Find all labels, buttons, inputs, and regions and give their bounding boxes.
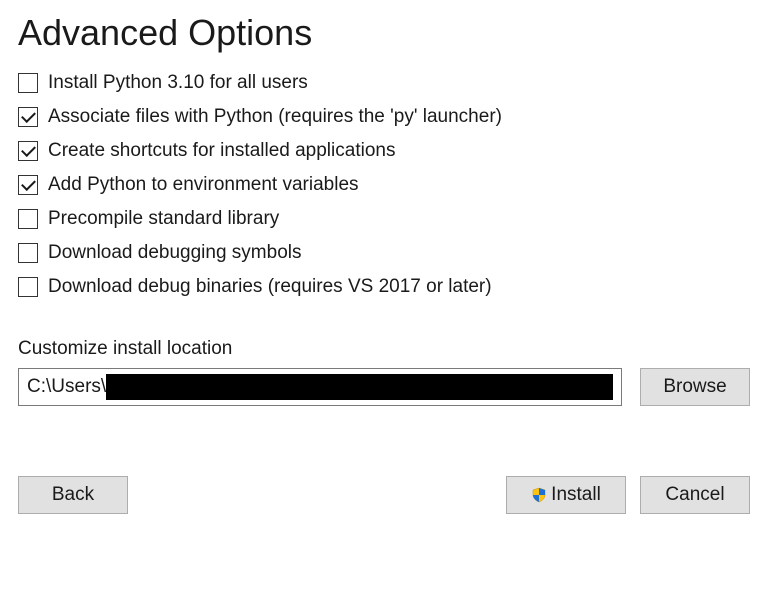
option-download-debug-binaries[interactable]: Download debug binaries (requires VS 201… — [18, 276, 750, 298]
option-associate-files[interactable]: Associate files with Python (requires th… — [18, 106, 750, 128]
install-location-input[interactable]: C:\Users\ — [18, 368, 622, 406]
options-list: Install Python 3.10 for all users Associ… — [18, 72, 750, 298]
browse-button[interactable]: Browse — [640, 368, 750, 406]
checkbox-icon[interactable] — [18, 277, 38, 297]
install-location-row: C:\Users\ Browse — [18, 368, 750, 406]
option-label: Create shortcuts for installed applicati… — [48, 140, 395, 162]
install-button-label: Install — [551, 484, 601, 506]
install-location-prefix: C:\Users\ — [27, 376, 106, 398]
install-button[interactable]: Install — [506, 476, 626, 514]
shield-icon — [531, 487, 547, 503]
checkbox-icon[interactable] — [18, 141, 38, 161]
page-title: Advanced Options — [18, 12, 750, 54]
install-location-label: Customize install location — [18, 338, 750, 360]
option-create-shortcuts[interactable]: Create shortcuts for installed applicati… — [18, 140, 750, 162]
checkbox-icon[interactable] — [18, 73, 38, 93]
back-button[interactable]: Back — [18, 476, 128, 514]
option-install-all-users[interactable]: Install Python 3.10 for all users — [18, 72, 750, 94]
option-label: Install Python 3.10 for all users — [48, 72, 308, 94]
option-label: Download debug binaries (requires VS 201… — [48, 276, 492, 298]
option-label: Add Python to environment variables — [48, 174, 359, 196]
option-download-debug-symbols[interactable]: Download debugging symbols — [18, 242, 750, 264]
footer-buttons: Back Install Cancel — [18, 476, 750, 514]
option-label: Associate files with Python (requires th… — [48, 106, 502, 128]
checkbox-icon[interactable] — [18, 107, 38, 127]
checkbox-icon[interactable] — [18, 175, 38, 195]
option-precompile-stdlib[interactable]: Precompile standard library — [18, 208, 750, 230]
option-add-environment-vars[interactable]: Add Python to environment variables — [18, 174, 750, 196]
cancel-button[interactable]: Cancel — [640, 476, 750, 514]
checkbox-icon[interactable] — [18, 243, 38, 263]
checkbox-icon[interactable] — [18, 209, 38, 229]
footer-right-buttons: Install Cancel — [506, 476, 750, 514]
option-label: Download debugging symbols — [48, 242, 302, 264]
install-location-redacted — [106, 374, 613, 400]
option-label: Precompile standard library — [48, 208, 279, 230]
